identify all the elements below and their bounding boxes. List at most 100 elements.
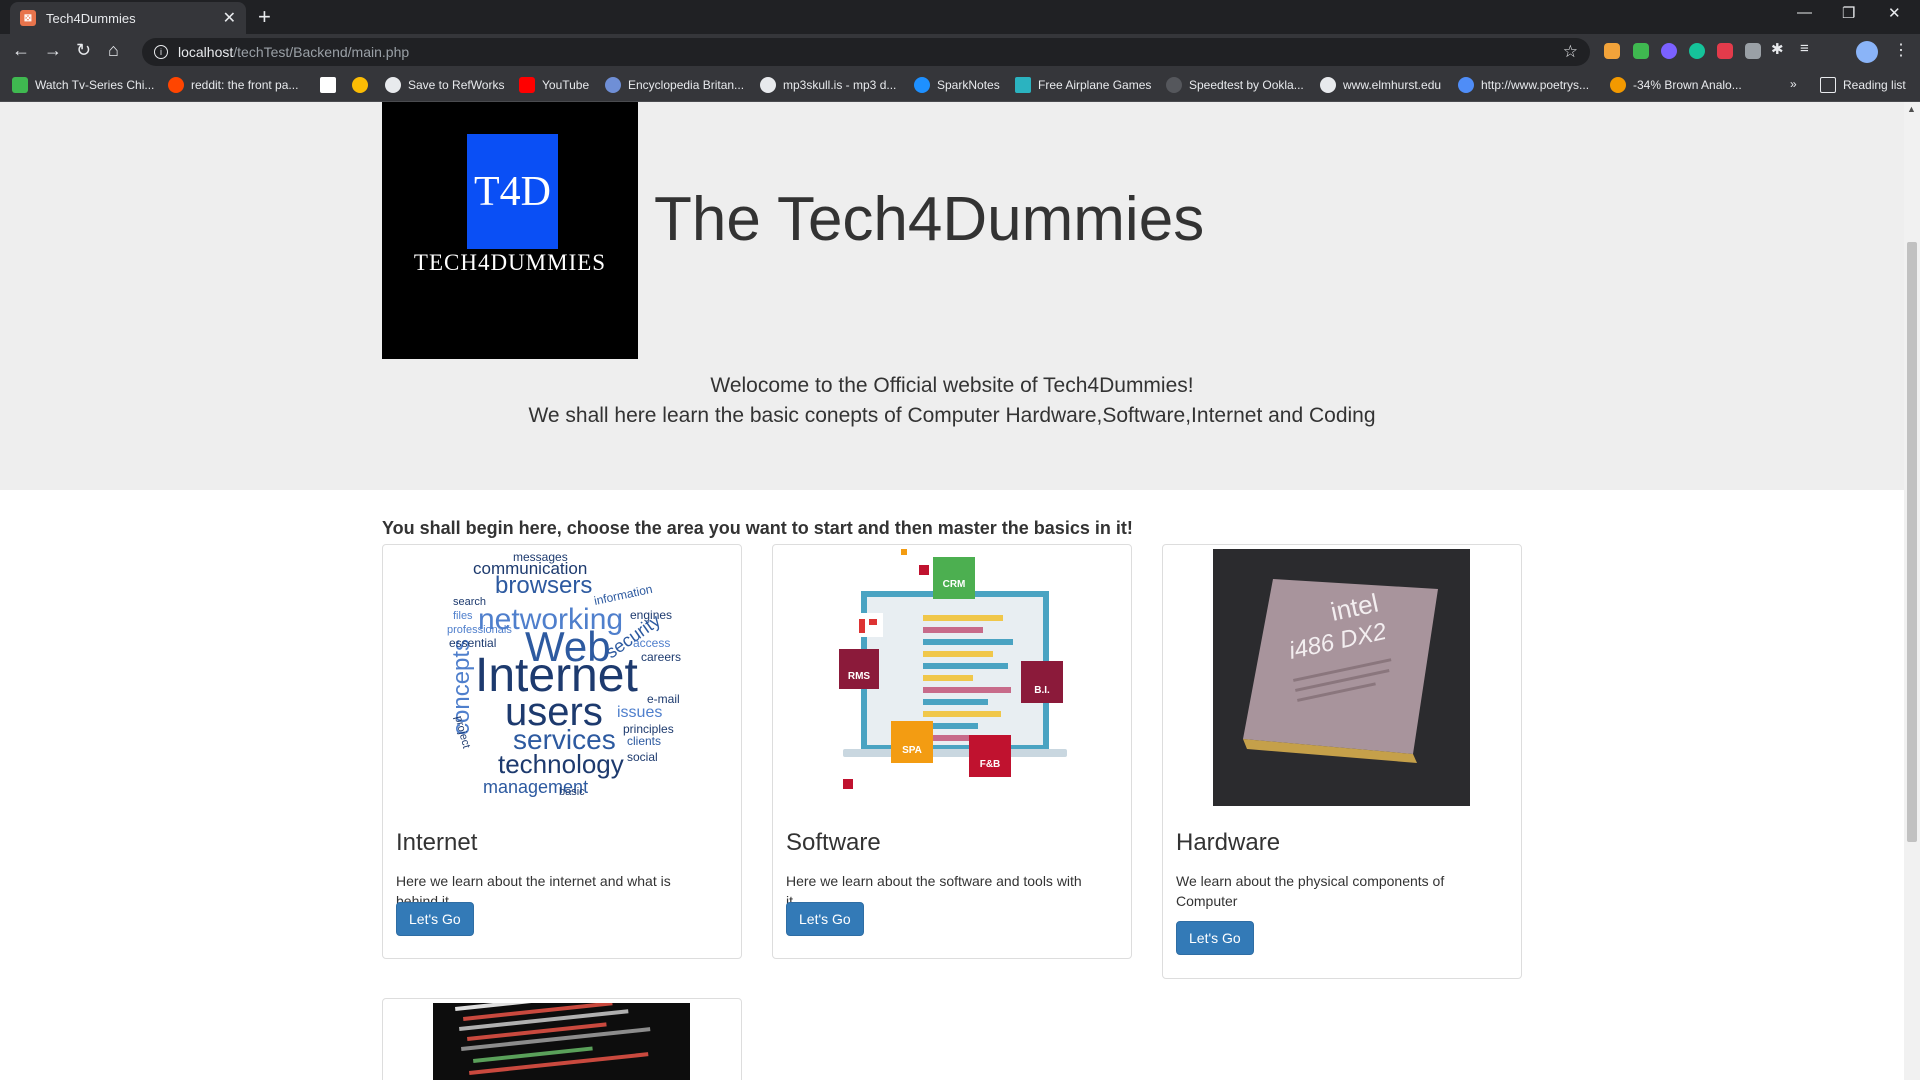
- close-tab-icon[interactable]: ✕: [223, 8, 236, 28]
- bookmark-item[interactable]: http://www.poetrys...: [1458, 77, 1589, 93]
- card-title: Software: [786, 829, 881, 856]
- bookmark-label: Speedtest by Ookla...: [1189, 78, 1304, 92]
- bookmark-label: Encyclopedia Britan...: [628, 78, 745, 92]
- section-heading: You shall begin here, choose the area yo…: [382, 518, 1133, 538]
- globe-icon: [1320, 77, 1336, 93]
- scroll-up-icon[interactable]: ▲: [1907, 104, 1916, 114]
- software-illustration-image: CRM RMS B.I. SPA F&B: [823, 549, 1080, 806]
- wordcloud-word: messages: [513, 550, 568, 564]
- bookmark-label: Save to RefWorks: [408, 78, 505, 92]
- bookmarks-overflow-label: »: [1790, 77, 1797, 91]
- bookmark-item[interactable]: Free Airplane Games: [1015, 77, 1151, 93]
- welcome-text: Welocome to the Official website of Tech…: [0, 371, 1904, 431]
- wordcloud-graphic: users Internet Web networking browsers c…: [447, 550, 681, 798]
- forward-icon[interactable]: →: [44, 40, 62, 61]
- bookmark-item[interactable]: [352, 77, 375, 93]
- bookmark-star-icon[interactable]: ☆: [1563, 42, 1578, 62]
- scrollbar-thumb[interactable]: [1907, 242, 1917, 842]
- grammarly-icon[interactable]: [1689, 43, 1705, 59]
- bookmark-item[interactable]: [320, 77, 343, 93]
- wordcloud-word: information: [593, 582, 654, 608]
- url-path: /techTest/Backend/main.php: [233, 44, 410, 60]
- software-badge: F&B: [980, 759, 1001, 770]
- lets-go-hardware-button[interactable]: Let's Go: [1176, 921, 1254, 955]
- bookmark-item[interactable]: Watch Tv-Series Chi...: [12, 77, 154, 93]
- browser-toolbar: ← → ↻ ⌂ i localhost/techTest/Backend/mai…: [0, 34, 1920, 70]
- restore-icon[interactable]: ❐: [1842, 4, 1855, 22]
- software-badge: B.I.: [1034, 685, 1050, 696]
- tab-title: Tech4Dummies: [46, 10, 136, 26]
- globe-icon: [385, 77, 401, 93]
- software-badge: RMS: [848, 671, 871, 682]
- wordcloud-word: search: [453, 596, 486, 608]
- home-icon[interactable]: ⌂: [108, 40, 119, 61]
- bookmark-label: www.elmhurst.edu: [1343, 78, 1442, 92]
- bookmark-item[interactable]: mp3skull.is - mp3 d...: [760, 77, 896, 93]
- wordcloud-word: professionals: [447, 624, 512, 636]
- wordcloud-word: basic: [559, 786, 585, 798]
- bookmark-label: YouTube: [542, 78, 590, 92]
- bookmark-item[interactable]: www.elmhurst.edu: [1320, 77, 1441, 93]
- extension-icon[interactable]: [1633, 43, 1649, 59]
- page-viewport: T4D TECH4DUMMIES The Tech4Dummies Weloco…: [0, 102, 1904, 1080]
- bookmark-label: http://www.poetrys...: [1481, 78, 1590, 92]
- card-text: We learn about the physical components o…: [1176, 873, 1445, 909]
- browser-menu-icon[interactable]: ⋮: [1893, 40, 1909, 60]
- extension-icon[interactable]: [1717, 43, 1733, 59]
- back-icon[interactable]: ←: [12, 40, 30, 61]
- wordcloud-word: access: [633, 636, 670, 650]
- reading-list-label: Reading list: [1843, 78, 1906, 92]
- card-internet: users Internet Web networking browsers c…: [382, 544, 742, 959]
- bookmark-item[interactable]: -34% Brown Analo...: [1610, 77, 1742, 93]
- welcome-line-2: We shall here learn the basic conepts of…: [528, 404, 1376, 427]
- reading-list[interactable]: Reading list: [1820, 77, 1906, 93]
- wordcloud-word: files: [453, 610, 473, 622]
- coding-screenshot-image: [433, 1003, 690, 1080]
- url-host: localhost: [178, 44, 234, 60]
- bookmark-label: SparkNotes: [937, 78, 1000, 92]
- bookmark-label: reddit: the front pa...: [191, 78, 299, 92]
- extensions-puzzle-icon[interactable]: ✱: [1771, 40, 1784, 58]
- browser-tab-strip: ⊠ Tech4Dummies ✕ + — ❐ ✕: [0, 0, 1920, 34]
- extension-icon[interactable]: [1661, 43, 1677, 59]
- shop-icon: [1610, 77, 1626, 93]
- logo-wordmark: TECH4DUMMIES: [413, 250, 607, 275]
- cpu-graphic: intel i486 DX2: [1243, 579, 1438, 763]
- address-bar[interactable]: i localhost/techTest/Backend/main.php ☆: [142, 38, 1590, 66]
- page-scrollbar[interactable]: ▲: [1904, 102, 1920, 1080]
- sparknotes-icon: [914, 77, 930, 93]
- bookmark-label: Watch Tv-Series Chi...: [35, 78, 155, 92]
- hardware-cpu-image: intel i486 DX2: [1213, 549, 1470, 806]
- wordcloud-word: issues: [617, 704, 662, 721]
- speedtest-icon: [1166, 77, 1182, 93]
- reload-icon[interactable]: ↻: [76, 40, 91, 61]
- card-software: CRM RMS B.I. SPA F&B Software Here we le…: [772, 544, 1132, 959]
- bookmark-item[interactable]: Speedtest by Ookla...: [1166, 77, 1304, 93]
- bookmark-item[interactable]: reddit: the front pa...: [168, 77, 298, 93]
- bookmark-label: -34% Brown Analo...: [1633, 78, 1742, 92]
- lets-go-internet-button[interactable]: Let's Go: [396, 902, 474, 936]
- bookmark-label: Free Airplane Games: [1038, 78, 1152, 92]
- site-info-icon[interactable]: i: [154, 45, 168, 59]
- bookmarks-overflow[interactable]: »: [1790, 77, 1797, 91]
- minimize-icon[interactable]: —: [1797, 4, 1812, 21]
- card-title: Internet: [396, 829, 478, 856]
- extension-icon[interactable]: [1745, 43, 1761, 59]
- reddit-icon: [168, 77, 184, 93]
- close-window-icon[interactable]: ✕: [1888, 4, 1901, 22]
- extension-icon[interactable]: [1604, 43, 1620, 59]
- jumbotron: T4D TECH4DUMMIES The Tech4Dummies Weloco…: [0, 102, 1904, 490]
- bookmark-item[interactable]: Encyclopedia Britan...: [605, 77, 744, 93]
- bookmark-item[interactable]: SparkNotes: [914, 77, 1000, 93]
- pinwheel-icon: [352, 77, 368, 93]
- welcome-line-1: Welocome to the Official website of Tech…: [710, 374, 1194, 397]
- new-tab-icon[interactable]: +: [258, 4, 271, 30]
- youtube-icon: [519, 77, 535, 93]
- card-hardware: intel i486 DX2 Hardware We learn about t…: [1162, 544, 1522, 979]
- lets-go-software-button[interactable]: Let's Go: [786, 902, 864, 936]
- media-control-icon[interactable]: ≡: [1800, 40, 1809, 57]
- bookmark-item[interactable]: Save to RefWorks: [385, 77, 504, 93]
- bookmark-item[interactable]: YouTube: [519, 77, 589, 93]
- browser-tab[interactable]: ⊠ Tech4Dummies ✕: [10, 2, 246, 34]
- profile-avatar[interactable]: [1856, 41, 1878, 63]
